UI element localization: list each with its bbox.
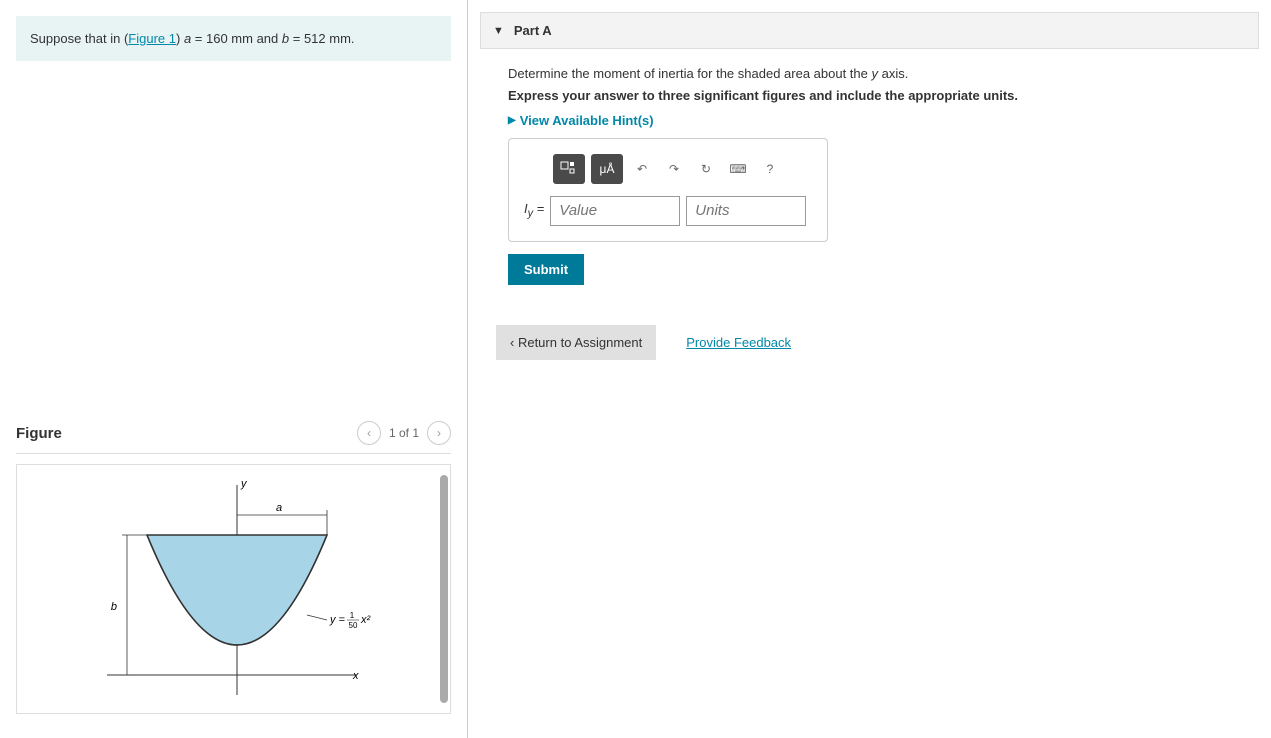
svg-text:1: 1 <box>350 611 355 620</box>
question-suffix: axis. <box>878 66 908 81</box>
svg-text:x: x <box>352 670 359 682</box>
question-text: Determine the moment of inertia for the … <box>508 64 1231 84</box>
answer-label: Iy = <box>524 201 544 220</box>
help-button[interactable]: ? <box>757 154 783 184</box>
part-label: Part A <box>514 23 552 38</box>
undo-button[interactable]: ↶ <box>629 154 655 184</box>
chevron-right-icon: ▶ <box>508 115 516 126</box>
chevron-left-icon: ‹ <box>510 335 518 350</box>
figure-svg: a b y = 1 50 x² y x <box>27 475 447 705</box>
templates-button[interactable] <box>553 154 585 184</box>
part-body: Determine the moment of inertia for the … <box>468 49 1271 375</box>
svg-text:50: 50 <box>349 621 358 630</box>
hints-label: View Available Hint(s) <box>520 113 654 128</box>
reset-button[interactable]: ↻ <box>693 154 719 184</box>
problem-middle: ) <box>176 31 184 46</box>
figure-title: Figure <box>16 425 62 442</box>
redo-button[interactable]: ↷ <box>661 154 687 184</box>
problem-statement: Suppose that in (Figure 1) a = 160 mm an… <box>16 16 451 61</box>
answer-toolbar: μÅ ↶ ↷ ↻ ⌨ ? <box>524 154 812 184</box>
part-a-header[interactable]: ▼ Part A <box>480 12 1259 49</box>
value-input[interactable] <box>550 196 680 226</box>
instruction-text: Express your answer to three significant… <box>508 88 1231 103</box>
right-panel: ▼ Part A Determine the moment of inertia… <box>468 0 1271 738</box>
figure-prev-button[interactable]: ‹ <box>357 421 381 445</box>
figure-scrollbar[interactable] <box>440 475 448 703</box>
units-input[interactable] <box>686 196 806 226</box>
hints-toggle[interactable]: ▶ View Available Hint(s) <box>508 113 1231 128</box>
figure-next-button[interactable]: › <box>427 421 451 445</box>
feedback-link[interactable]: Provide Feedback <box>686 335 791 350</box>
return-button[interactable]: ‹ Return to Assignment <box>496 325 656 360</box>
figure-nav: ‹ 1 of 1 › <box>357 421 451 445</box>
answer-box: μÅ ↶ ↷ ↻ ⌨ ? Iy = <box>508 138 828 242</box>
figure-image: a b y = 1 50 x² y x <box>16 464 451 714</box>
keyboard-button[interactable]: ⌨ <box>725 154 751 184</box>
question-prefix: Determine the moment of inertia for the … <box>508 66 872 81</box>
figure-link[interactable]: Figure 1 <box>128 31 176 46</box>
collapse-icon: ▼ <box>493 25 504 37</box>
bottom-row: ‹ Return to Assignment Provide Feedback <box>508 325 1231 360</box>
return-label: Return to Assignment <box>518 335 642 350</box>
symbols-button[interactable]: μÅ <box>591 154 623 184</box>
answer-row: Iy = <box>524 196 812 226</box>
figure-count: 1 of 1 <box>389 426 419 440</box>
left-panel: Suppose that in (Figure 1) a = 160 mm an… <box>0 0 468 738</box>
figure-header: Figure ‹ 1 of 1 › <box>16 421 451 454</box>
svg-text:b: b <box>111 601 117 613</box>
problem-prefix: Suppose that in ( <box>30 31 128 46</box>
submit-button[interactable]: Submit <box>508 254 584 285</box>
svg-text:y: y <box>240 478 248 490</box>
svg-text:x²: x² <box>360 614 371 626</box>
b-text: = 512 mm. <box>289 31 354 46</box>
svg-text:a: a <box>276 502 282 514</box>
svg-text:y =: y = <box>329 614 346 626</box>
a-text: = 160 mm and <box>191 31 282 46</box>
figure-section: Figure ‹ 1 of 1 › <box>0 421 467 714</box>
